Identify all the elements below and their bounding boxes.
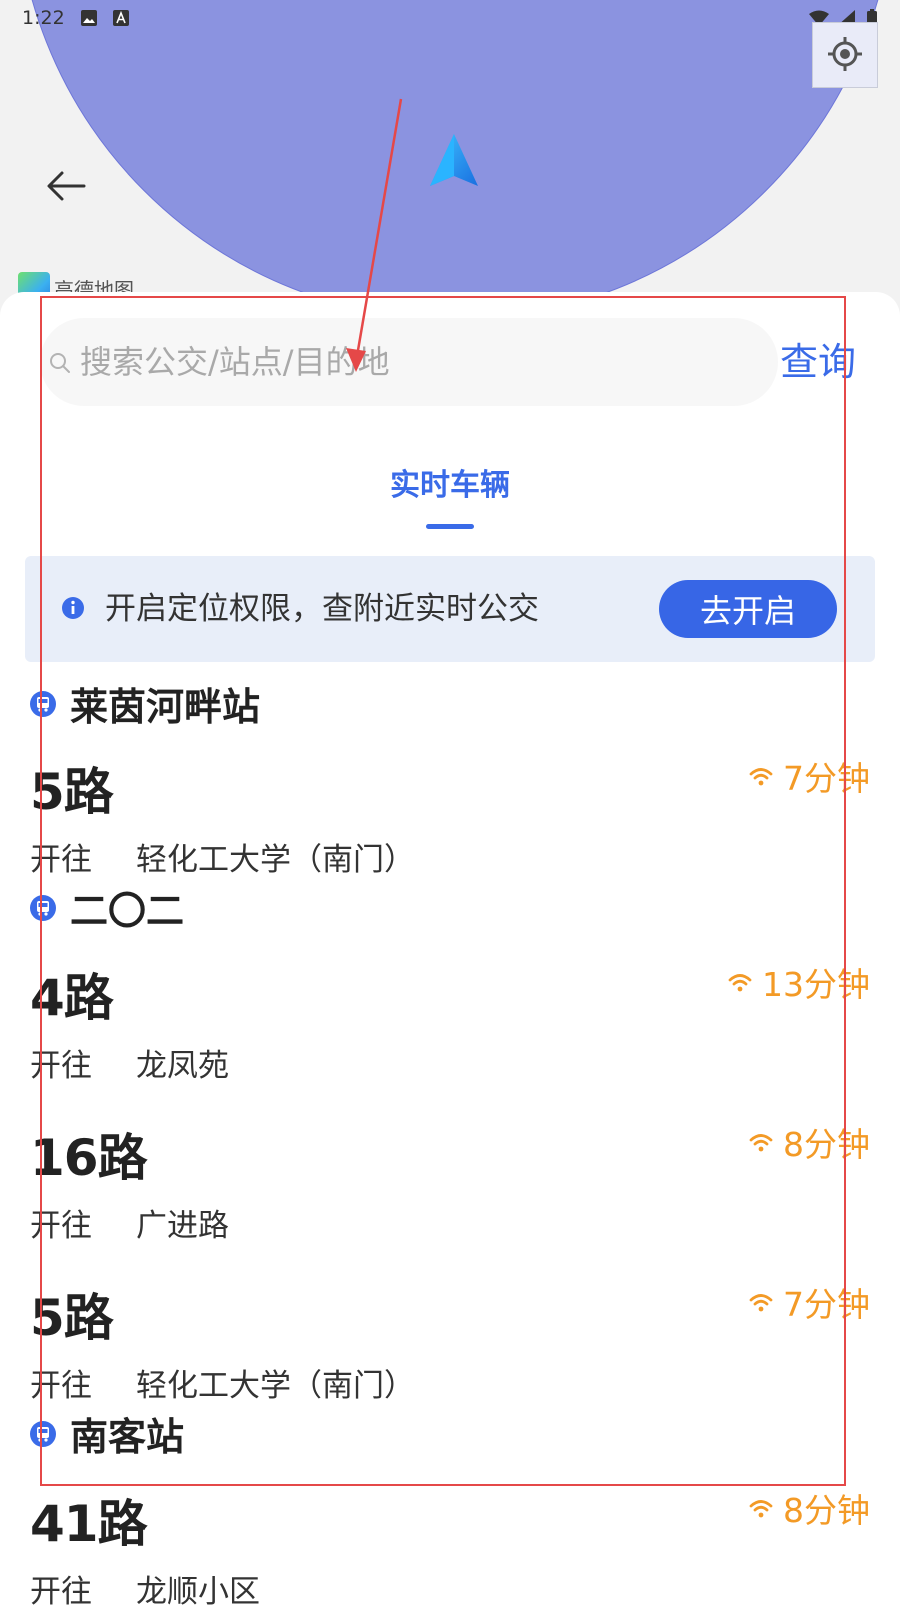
eta-text: 8分钟 bbox=[783, 1125, 870, 1164]
realtime-signal-icon bbox=[749, 768, 773, 786]
direction-prefix: 开往 bbox=[30, 1048, 92, 1084]
route-destination: 轻化工大学（南门） bbox=[136, 1368, 415, 1404]
eta-text: 8分钟 bbox=[783, 1491, 870, 1530]
search-box[interactable] bbox=[40, 318, 778, 406]
route-destination: 龙凤苑 bbox=[136, 1048, 229, 1084]
status-time: 1:22 bbox=[22, 7, 65, 29]
stop-name: 二〇二 bbox=[70, 889, 185, 933]
realtime-signal-icon bbox=[749, 1134, 773, 1152]
stop-header: 二〇二 bbox=[30, 880, 184, 935]
eta-text: 13分钟 bbox=[762, 965, 870, 1004]
locate-button[interactable] bbox=[812, 22, 878, 88]
map-view[interactable]: 1:22 高德地图 bbox=[0, 0, 900, 320]
route-direction: 开往 广进路 bbox=[30, 1200, 229, 1245]
eta: 13分钟 bbox=[728, 958, 870, 1006]
direction-prefix: 开往 bbox=[30, 842, 92, 878]
query-button[interactable]: 查询 bbox=[780, 318, 856, 406]
eta-text: 7分钟 bbox=[783, 759, 870, 798]
stop-header: 莱茵河畔站 bbox=[30, 676, 260, 731]
back-arrow-icon[interactable] bbox=[44, 168, 88, 204]
image-notification-icon bbox=[81, 10, 97, 26]
route-name: 41路 bbox=[30, 1495, 148, 1553]
location-permission-banner: 开启定位权限，查附近实时公交 去开启 bbox=[25, 556, 875, 662]
stop-name: 南客站 bbox=[70, 1415, 185, 1459]
route-name: 5路 bbox=[30, 763, 114, 821]
bus-info-sheet: 查询 实时车辆 开启定位权限，查附近实时公交 去开启 莱茵河畔站 5路 bbox=[0, 292, 900, 1610]
bus-stop-icon bbox=[30, 690, 56, 717]
realtime-signal-icon bbox=[749, 1294, 773, 1312]
route-destination: 轻化工大学（南门） bbox=[136, 842, 415, 878]
route-direction: 开往 龙凤苑 bbox=[30, 1040, 229, 1085]
stop-header: 南客站 bbox=[30, 1406, 184, 1461]
search-icon bbox=[50, 353, 70, 373]
route-name: 16路 bbox=[30, 1129, 148, 1187]
crosshair-icon bbox=[828, 37, 862, 71]
direction-prefix: 开往 bbox=[30, 1368, 92, 1404]
route-name: 5路 bbox=[30, 1289, 114, 1347]
stop-name: 莱茵河畔站 bbox=[70, 685, 261, 729]
bus-stop-icon bbox=[30, 1420, 56, 1447]
route-direction: 开往 龙顺小区 bbox=[30, 1566, 260, 1611]
eta: 8分钟 bbox=[749, 1118, 870, 1166]
enable-location-button[interactable]: 去开启 bbox=[659, 580, 837, 638]
status-bar: 1:22 bbox=[0, 0, 900, 36]
eta: 7分钟 bbox=[749, 752, 870, 800]
route-direction: 开往 轻化工大学（南门） bbox=[30, 1360, 415, 1405]
direction-prefix: 开往 bbox=[30, 1208, 92, 1244]
direction-prefix: 开往 bbox=[30, 1574, 92, 1610]
tab-indicator bbox=[426, 524, 474, 529]
route-destination: 广进路 bbox=[136, 1208, 229, 1244]
bus-stop-icon bbox=[30, 894, 56, 921]
route-name: 4路 bbox=[30, 969, 114, 1027]
route-direction: 开往 轻化工大学（南门） bbox=[30, 834, 415, 879]
eta-text: 7分钟 bbox=[783, 1285, 870, 1324]
eta: 7分钟 bbox=[749, 1278, 870, 1326]
realtime-signal-icon bbox=[749, 1500, 773, 1518]
eta: 8分钟 bbox=[749, 1484, 870, 1532]
realtime-signal-icon bbox=[728, 974, 752, 992]
route-destination: 龙顺小区 bbox=[136, 1574, 260, 1610]
search-row: 查询 bbox=[40, 318, 860, 406]
tab-realtime-vehicles[interactable]: 实时车辆 bbox=[0, 460, 900, 504]
app-notification-icon bbox=[113, 10, 129, 26]
permission-message: 开启定位权限，查附近实时公交 bbox=[105, 591, 539, 627]
info-icon bbox=[62, 597, 84, 619]
navigation-arrow-icon bbox=[430, 134, 478, 186]
search-input[interactable] bbox=[80, 318, 770, 406]
